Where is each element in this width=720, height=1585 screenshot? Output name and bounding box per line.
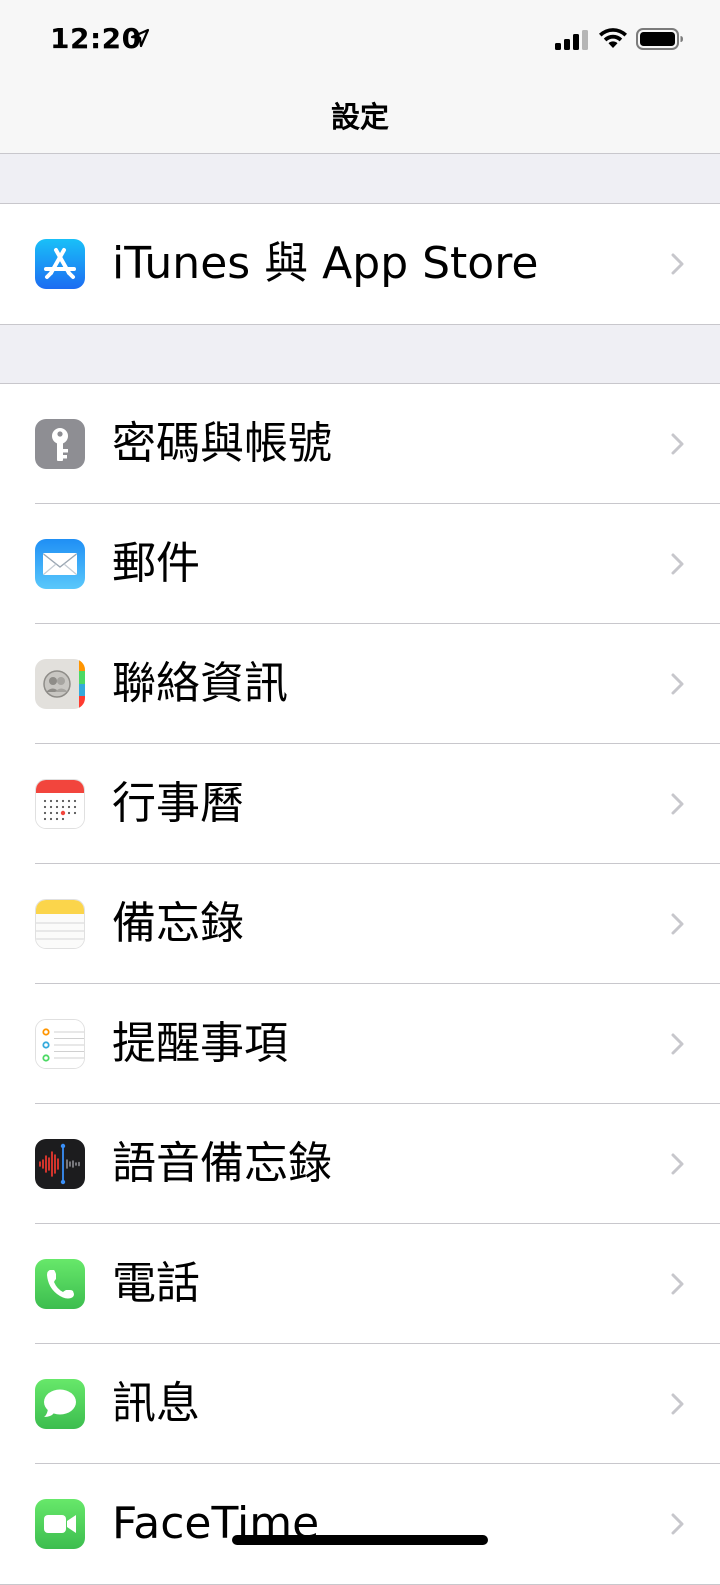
battery-icon [636, 28, 683, 50]
status-bar: 12:20 [0, 0, 720, 80]
settings-row-reminders[interactable]: 提醒事項 [0, 984, 720, 1104]
settings-row-contacts[interactable]: 聯絡資訊 [0, 624, 720, 744]
settings-row-voice-memos[interactable]: 語音備忘錄 [0, 1104, 720, 1224]
calendar-icon [35, 779, 85, 829]
settings-group-apps: 密碼與帳號 郵件 聯絡資訊 行事曆 備忘錄 提醒事項 語音備忘錄 電話 訊息 F… [0, 383, 720, 1585]
location-arrow-icon [130, 28, 150, 48]
settings-row-itunes-app-store[interactable]: iTunes 與 App Store [0, 204, 720, 324]
settings-group-store: iTunes 與 App Store [0, 203, 720, 325]
settings-row-label: 語音備忘錄 [112, 1138, 332, 1189]
facetime-icon [35, 1499, 85, 1549]
settings-row-label: 郵件 [112, 538, 200, 589]
phone-icon [35, 1259, 85, 1309]
chevron-right-icon [671, 1513, 684, 1535]
chevron-right-icon [671, 673, 684, 695]
chevron-right-icon [671, 913, 684, 935]
cellular-signal-icon [555, 30, 588, 50]
settings-row-phone[interactable]: 電話 [0, 1224, 720, 1344]
settings-row-calendar[interactable]: 行事曆 [0, 744, 720, 864]
settings-row-label: 訊息 [112, 1378, 200, 1429]
notes-icon [35, 899, 85, 949]
settings-row-label: 電話 [112, 1258, 200, 1309]
settings-row-label: FaceTime [112, 1498, 320, 1549]
messages-icon [35, 1379, 85, 1429]
settings-row-label: 聯絡資訊 [112, 658, 288, 709]
app-store-icon [35, 239, 85, 289]
chevron-right-icon [671, 553, 684, 575]
reminders-icon [35, 1019, 85, 1069]
settings-row-label: 密碼與帳號 [112, 418, 332, 469]
chevron-right-icon [671, 1393, 684, 1415]
mail-icon [35, 539, 85, 589]
settings-row-mail[interactable]: 郵件 [0, 504, 720, 624]
navigation-bar: 設定 [0, 80, 720, 154]
settings-row-passwords-accounts[interactable]: 密碼與帳號 [0, 384, 720, 504]
chevron-right-icon [671, 433, 684, 455]
chevron-right-icon [671, 253, 684, 275]
chevron-right-icon [671, 1153, 684, 1175]
chevron-right-icon [671, 793, 684, 815]
chevron-right-icon [671, 1273, 684, 1295]
settings-row-notes[interactable]: 備忘錄 [0, 864, 720, 984]
chevron-right-icon [671, 1033, 684, 1055]
home-indicator[interactable] [232, 1535, 488, 1545]
settings-row-label: 提醒事項 [112, 1018, 288, 1069]
wifi-icon [599, 28, 627, 48]
settings-row-label: 備忘錄 [112, 898, 244, 949]
voice-memos-icon [35, 1139, 85, 1189]
status-time: 12:20 [50, 22, 142, 55]
key-icon [35, 419, 85, 469]
settings-row-label: 行事曆 [112, 778, 244, 829]
settings-row-label: iTunes 與 App Store [112, 238, 539, 289]
settings-row-facetime[interactable]: FaceTime [0, 1464, 720, 1584]
page-title: 設定 [330, 100, 389, 134]
contacts-icon [35, 659, 85, 709]
settings-row-messages[interactable]: 訊息 [0, 1344, 720, 1464]
